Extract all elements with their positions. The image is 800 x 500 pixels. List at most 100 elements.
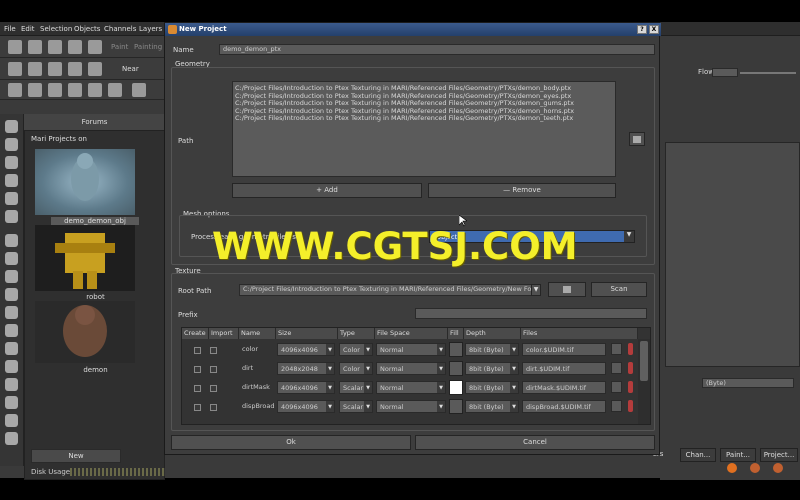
root-path-dropdown[interactable]: ▼ [531, 284, 541, 296]
fill-swatch[interactable] [449, 399, 463, 414]
sphere-icon[interactable] [88, 62, 102, 76]
blur-tool-icon[interactable] [5, 342, 18, 355]
stamp-icon[interactable] [88, 40, 102, 54]
filespace-select[interactable]: Normal ▼ [376, 362, 446, 375]
col-fill[interactable]: Fill [448, 328, 464, 339]
menu-layers[interactable]: Layers [139, 25, 162, 33]
root-path-input[interactable]: C:/Project Files/Introduction to Ptex Te… [239, 284, 539, 296]
pin-tool-icon[interactable] [5, 306, 18, 319]
clone-tool-icon[interactable] [5, 324, 18, 337]
col-name[interactable]: Name [239, 328, 276, 339]
project-thumb-demo-demon-obj[interactable] [35, 149, 135, 215]
import-checkbox[interactable] [210, 385, 217, 392]
new-project-button[interactable]: New [31, 449, 121, 463]
right-depth-combo[interactable]: (Byte) [702, 378, 794, 388]
path-item[interactable]: C:/Project Files/Introduction to Ptex Te… [235, 93, 613, 101]
depth-select[interactable]: 8bit (Byte) ▼ [465, 381, 519, 394]
size-select[interactable]: 4096x4096 ▼ [277, 343, 335, 356]
camera-icon[interactable] [28, 62, 42, 76]
hand-tool-icon[interactable] [5, 156, 18, 169]
menu-objects[interactable]: Objects [74, 25, 100, 33]
path-item[interactable]: C:/Project Files/Introduction to Ptex Te… [235, 100, 613, 108]
browse-root-button[interactable] [548, 282, 586, 297]
remove-row-icon[interactable] [628, 381, 633, 393]
menu-edit[interactable]: Edit [21, 25, 35, 33]
table-scrollbar[interactable] [638, 339, 650, 424]
scrollbar-thumb[interactable] [640, 341, 648, 381]
create-checkbox[interactable] [194, 385, 201, 392]
col-import[interactable]: Import [209, 328, 239, 339]
flow-field[interactable] [712, 68, 738, 77]
move-icon[interactable] [28, 83, 42, 97]
path-item[interactable]: C:/Project Files/Introduction to Ptex Te… [235, 115, 613, 123]
lasso-tool-icon[interactable] [5, 138, 18, 151]
remove-row-icon[interactable] [628, 400, 633, 412]
depth-select[interactable]: 8bit (Byte) ▼ [465, 400, 519, 413]
menu-file[interactable]: File [4, 25, 16, 33]
folder-icon[interactable] [611, 362, 622, 374]
select-tool-icon[interactable] [5, 120, 18, 133]
drop-tool-icon[interactable] [5, 234, 18, 247]
project-thumb-demon[interactable] [35, 301, 135, 363]
settings-icon[interactable] [773, 463, 783, 473]
gradient-tool-icon[interactable] [5, 396, 18, 409]
arrow-down-icon[interactable] [48, 83, 62, 97]
view-icon[interactable] [132, 83, 146, 97]
close-button[interactable]: X [649, 25, 659, 34]
flow-slider[interactable] [740, 72, 796, 74]
project-label-robot[interactable]: robot [25, 293, 166, 301]
col-create[interactable]: Create [182, 328, 209, 339]
path-item[interactable]: C:/Project Files/Introduction to Ptex Te… [235, 85, 613, 93]
import-checkbox[interactable] [210, 347, 217, 354]
new-file-icon[interactable] [8, 40, 22, 54]
create-checkbox[interactable] [194, 404, 201, 411]
size-select[interactable]: 4096x4096 ▼ [277, 381, 335, 394]
brush-icon[interactable] [68, 40, 82, 54]
add-button[interactable]: + Add [232, 183, 422, 198]
filespace-select[interactable]: Normal ▼ [376, 381, 446, 394]
remove-button[interactable]: — Remove [428, 183, 616, 198]
geometry-path-list[interactable]: C:/Project Files/Introduction to Ptex Te… [232, 81, 616, 177]
name-input[interactable]: demo_demon_ptx [219, 44, 655, 55]
type-select[interactable]: Scalar ▼ [339, 400, 373, 413]
import-checkbox[interactable] [210, 404, 217, 411]
project-label-demon[interactable]: demon [25, 366, 166, 374]
col-files[interactable]: Files [521, 328, 638, 339]
prefix-input[interactable] [415, 308, 647, 319]
type-select[interactable]: Scalar ▼ [339, 381, 373, 394]
fill-tool-icon[interactable] [5, 378, 18, 391]
open-file-icon[interactable] [28, 40, 42, 54]
cube-icon[interactable] [48, 62, 62, 76]
forums-tab[interactable]: Forums [24, 114, 165, 130]
col-depth[interactable]: Depth [464, 328, 521, 339]
grid-icon[interactable] [8, 62, 22, 76]
files-field[interactable]: dirt.$UDIM.tif [522, 362, 606, 375]
filespace-select[interactable]: Normal ▼ [376, 343, 446, 356]
pan-tool-icon[interactable] [5, 192, 18, 205]
project-thumb-robot[interactable] [35, 225, 135, 291]
depth-select[interactable]: 8bit (Byte) ▼ [465, 362, 519, 375]
tab-channels[interactable]: Chan... [680, 448, 716, 462]
remove-row-icon[interactable] [628, 343, 633, 355]
files-field[interactable]: color.$UDIM.tif [522, 343, 606, 356]
import-checkbox[interactable] [210, 366, 217, 373]
folder-icon[interactable] [611, 381, 622, 393]
tab-paint[interactable]: Paint... [720, 448, 756, 462]
depth-select[interactable]: 8bit (Byte) ▼ [465, 343, 519, 356]
fill-swatch[interactable] [449, 380, 463, 395]
smudge-tool-icon[interactable] [5, 288, 18, 301]
fill-swatch[interactable] [449, 361, 463, 376]
zoom-tool-icon[interactable] [5, 174, 18, 187]
transform-tool-icon[interactable] [5, 210, 18, 223]
menu-selection[interactable]: Selection [40, 25, 72, 33]
size-select[interactable]: 2048x2048 ▼ [277, 362, 335, 375]
save-icon[interactable] [48, 40, 62, 54]
cancel-button[interactable]: Cancel [415, 435, 655, 450]
rotate-icon[interactable] [68, 83, 82, 97]
folder-icon[interactable] [611, 343, 622, 355]
eyedropper-tool-icon[interactable] [5, 432, 18, 445]
size-select[interactable]: 4096x4096 ▼ [277, 400, 335, 413]
undo-icon[interactable] [8, 83, 22, 97]
type-select[interactable]: Color ▼ [339, 362, 373, 375]
brush-tool-icon[interactable] [5, 252, 18, 265]
